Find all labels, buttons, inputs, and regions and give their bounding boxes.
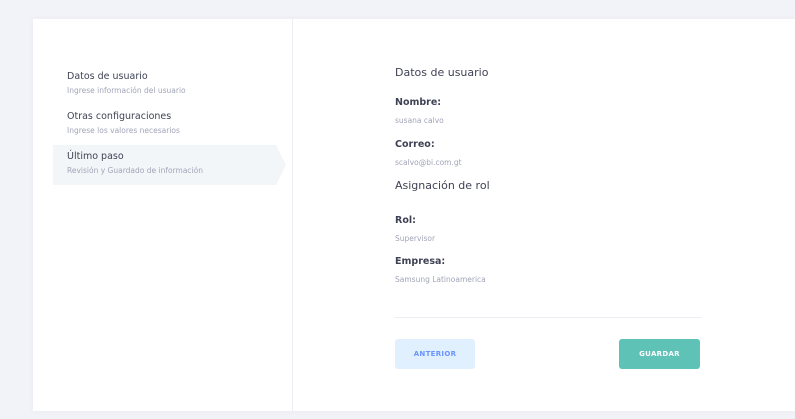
name-value: susana calvo: [395, 116, 444, 125]
previous-button[interactable]: ANTERIOR: [395, 339, 475, 369]
save-button[interactable]: GUARDAR: [619, 339, 700, 369]
company-value: Samsung Latinoamerica: [395, 275, 486, 284]
wizard-step-user-data[interactable]: Datos de usuario Ingrese información del…: [53, 65, 276, 105]
wizard-card: Datos de usuario Ingrese información del…: [33, 19, 795, 411]
role-label: Rol:: [395, 215, 416, 226]
step-description: Ingrese los valores necesarios: [67, 126, 180, 135]
role-value: Supervisor: [395, 234, 436, 243]
step-title: Último paso: [67, 151, 124, 162]
company-label: Empresa:: [395, 256, 446, 267]
wizard-step-last-step[interactable]: Último paso Revisión y Guardado de infor…: [53, 145, 286, 185]
step-title: Datos de usuario: [67, 71, 148, 82]
step-description: Ingrese información del usuario: [67, 86, 186, 95]
email-value: scalvo@bi.com.gt: [395, 158, 462, 167]
actions-divider: [395, 317, 701, 318]
step-description: Revisión y Guardado de información: [67, 166, 203, 175]
wizard-steps-nav: Datos de usuario Ingrese información del…: [33, 19, 293, 411]
review-panel: Datos de usuario Nombre: susana calvo Co…: [395, 19, 715, 411]
name-label: Nombre:: [395, 97, 442, 108]
email-label: Correo:: [395, 139, 435, 150]
step-title: Otras configuraciones: [67, 111, 172, 122]
user-data-heading: Datos de usuario: [395, 66, 489, 79]
role-assignment-heading: Asignación de rol: [395, 179, 490, 192]
wizard-step-other-settings[interactable]: Otras configuraciones Ingrese los valore…: [53, 105, 276, 145]
